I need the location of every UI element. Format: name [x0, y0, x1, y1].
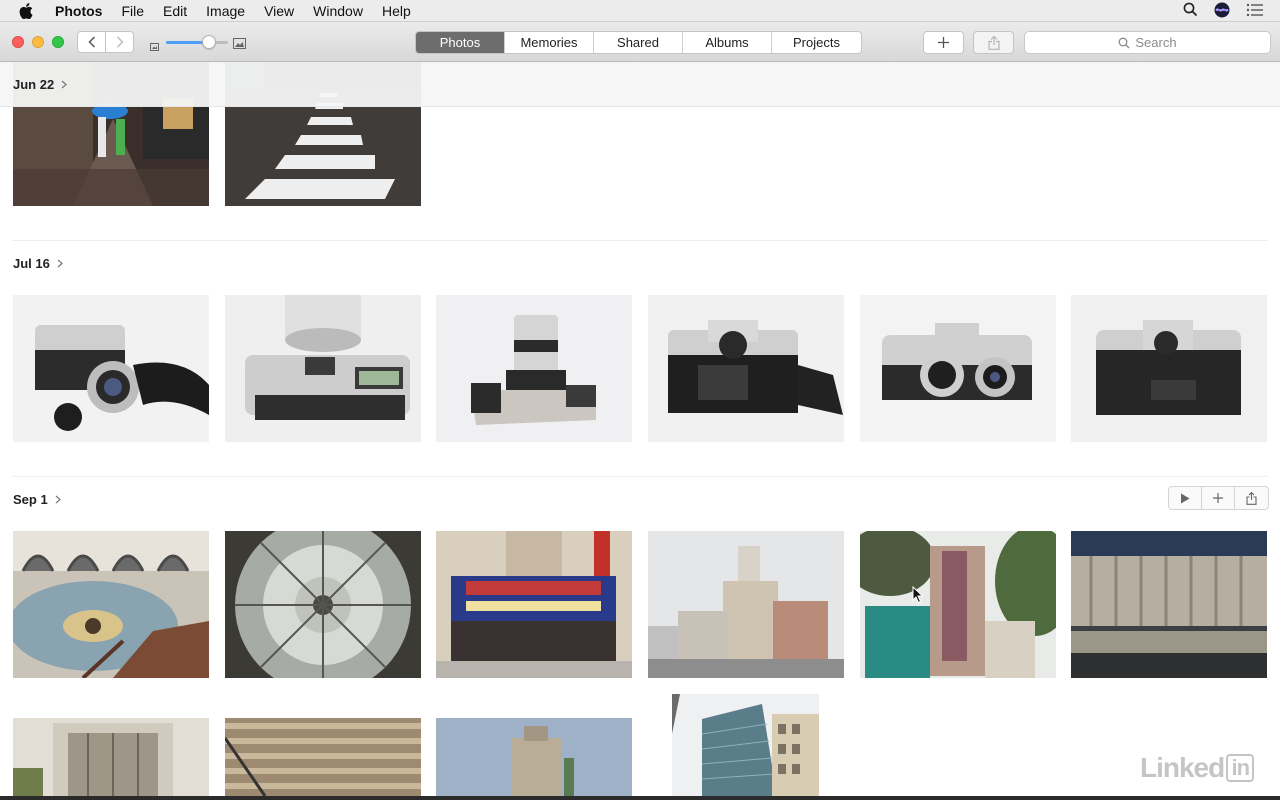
photo-thumbnail[interactable] — [436, 531, 632, 678]
view-tabs: Photos Memories Shared Albums Projects — [415, 31, 862, 54]
zoom-in-icon[interactable] — [233, 36, 246, 54]
photo-thumbnail[interactable] — [436, 295, 632, 442]
favorite-heart-icon[interactable] — [863, 722, 879, 740]
chevron-right-icon — [57, 259, 63, 268]
tab-memories[interactable]: Memories — [505, 32, 594, 53]
apple-menu-icon[interactable] — [19, 2, 39, 19]
watermark-brand: Linked — [1140, 752, 1225, 783]
search-icon — [1118, 37, 1130, 48]
photo-thumbnail[interactable] — [860, 531, 1056, 678]
photo-library: Jun 22 Jul 16 Sep 1 — [0, 62, 1280, 796]
menu-bar: Photos File Edit Image View Window Help — [0, 0, 1280, 22]
back-button[interactable] — [77, 31, 106, 53]
photo-thumbnail[interactable] — [13, 531, 209, 678]
menu-edit[interactable]: Edit — [163, 3, 187, 19]
sticky-section-header: Jun 22 — [0, 62, 1280, 107]
share-icon — [987, 35, 1000, 50]
section-actions — [1168, 486, 1269, 510]
window-toolbar: Photos Memories Shared Albums Projects S… — [0, 22, 1280, 62]
menu-file[interactable]: File — [121, 3, 144, 19]
photo-thumbnail[interactable] — [225, 531, 421, 678]
linkedin-watermark-logo: Linked in — [1140, 752, 1255, 784]
photo-thumbnail[interactable] — [648, 295, 844, 442]
section-header-jul16[interactable]: Jul 16 — [13, 256, 63, 271]
photo-thumbnail[interactable] — [1071, 531, 1267, 678]
chevron-right-icon — [55, 495, 61, 504]
notification-center-icon[interactable] — [1246, 3, 1264, 20]
chevron-left-icon — [87, 36, 95, 48]
spotlight-search-icon[interactable] — [1183, 2, 1198, 20]
zoom-slider-knob[interactable] — [202, 35, 217, 49]
zoom-slider[interactable] — [166, 41, 228, 44]
tab-photos[interactable]: Photos — [416, 32, 505, 53]
plus-icon — [938, 37, 949, 48]
photo-thumbnail[interactable] — [13, 718, 209, 796]
section-divider — [13, 476, 1267, 477]
section-add-button[interactable] — [1202, 487, 1235, 509]
siri-icon[interactable] — [1214, 2, 1230, 21]
photo-thumbnail[interactable] — [648, 531, 844, 678]
section-title: Jul 16 — [13, 256, 50, 271]
section-header-jun22[interactable]: Jun 22 — [13, 77, 68, 92]
bottom-edge — [0, 796, 1280, 800]
menu-help[interactable]: Help — [382, 3, 411, 19]
watermark-suffix: in — [1226, 754, 1255, 782]
search-field[interactable]: Search — [1024, 31, 1271, 54]
photo-thumbnail[interactable] — [860, 295, 1056, 442]
section-share-button[interactable] — [1235, 487, 1268, 509]
mouse-pointer-icon — [912, 585, 924, 609]
menu-image[interactable]: Image — [206, 3, 245, 19]
photo-thumbnail[interactable] — [225, 718, 421, 796]
window-maximize-button[interactable] — [52, 36, 64, 48]
chevron-right-icon — [116, 36, 124, 48]
photo-thumbnail[interactable] — [1071, 295, 1267, 442]
window-minimize-button[interactable] — [32, 36, 44, 48]
plus-icon — [1213, 493, 1223, 503]
section-title: Sep 1 — [13, 492, 48, 507]
menu-window[interactable]: Window — [313, 3, 363, 19]
menu-view[interactable]: View — [264, 3, 294, 19]
play-icon — [1181, 493, 1190, 503]
photo-thumbnail[interactable] — [672, 694, 819, 796]
window-close-button[interactable] — [12, 36, 24, 48]
photo-thumbnail[interactable] — [13, 295, 209, 442]
zoom-out-icon[interactable] — [150, 38, 159, 56]
tab-shared[interactable]: Shared — [594, 32, 683, 53]
section-header-sep1[interactable]: Sep 1 — [13, 492, 61, 507]
share-button[interactable] — [973, 31, 1014, 54]
photo-thumbnail[interactable] — [225, 295, 421, 442]
menu-app-name[interactable]: Photos — [55, 3, 102, 19]
section-title: Jun 22 — [13, 77, 55, 92]
chevron-right-icon — [61, 80, 68, 89]
section-divider — [13, 240, 1267, 241]
search-placeholder: Search — [1135, 35, 1177, 50]
photo-thumbnail[interactable] — [436, 718, 632, 796]
share-icon — [1246, 491, 1257, 505]
tab-albums[interactable]: Albums — [683, 32, 772, 53]
add-button[interactable] — [923, 31, 964, 54]
play-slideshow-button[interactable] — [1169, 487, 1202, 509]
tab-projects[interactable]: Projects — [772, 32, 861, 53]
forward-button[interactable] — [105, 31, 134, 53]
